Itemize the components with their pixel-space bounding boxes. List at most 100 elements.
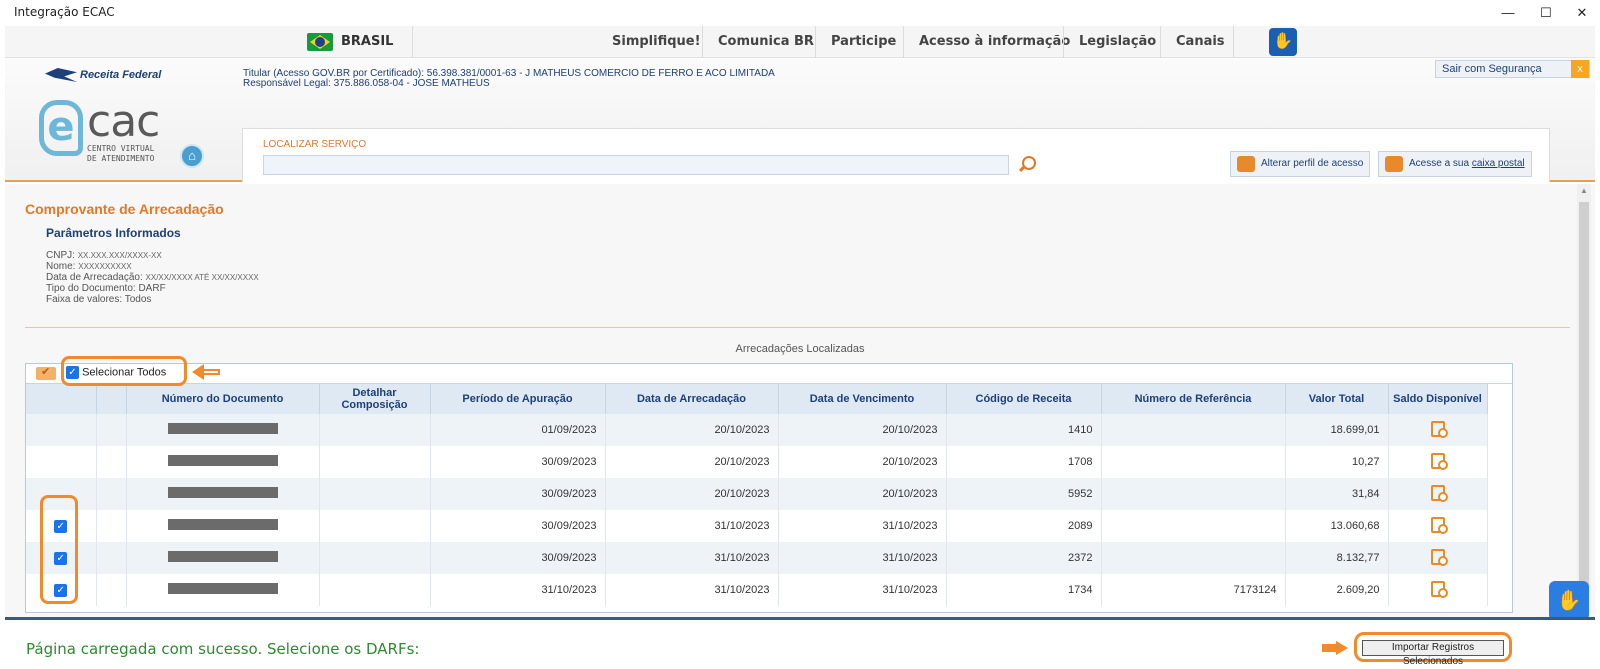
table-row[interactable]: 30/09/2023 20/10/2023 20/10/2023 5952 31,84: [26, 478, 1488, 510]
table-row[interactable]: ✓ 30/09/2023 31/10/2023 31/10/2023 2372 8.132…: [26, 542, 1488, 574]
import-selected-button[interactable]: Importar Registros Selecionados: [1362, 640, 1504, 667]
divider: [903, 26, 904, 58]
cell-numero-documento: [126, 478, 320, 510]
gov-link-participe[interactable]: Participe: [831, 26, 896, 58]
search-input[interactable]: [263, 155, 1009, 175]
brasil-link[interactable]: BRASIL: [307, 26, 393, 58]
cell-saldo: [1388, 510, 1488, 542]
cell-data-arrecadacao: 31/10/2023: [605, 574, 779, 606]
cnpj-label: CNPJ:: [46, 250, 75, 261]
cell-data-vencimento: 31/10/2023: [778, 542, 947, 574]
cell-blank: [96, 510, 127, 542]
libras-accessibility-icon[interactable]: ✋: [1269, 28, 1297, 56]
cnpj-value: XX.XXX.XXX/XXXX-XX: [77, 251, 162, 260]
cell-blank: [96, 446, 127, 478]
cell-data-vencimento: 20/10/2023: [778, 478, 947, 510]
titular-info: Titular (Acesso GOV.BR por Certificado):…: [243, 69, 775, 89]
header-data-arrecadacao[interactable]: Data de Arrecadação: [605, 384, 779, 414]
sair-com-seguranca-button[interactable]: Sair com Segurança x: [1435, 60, 1590, 78]
cell-data-arrecadacao: 31/10/2023: [605, 510, 779, 542]
gov-bar: BRASIL Simplifique! Comunica BR Particip…: [5, 26, 1595, 58]
cell-detalhar: [319, 542, 431, 574]
cell-numero-referencia: [1101, 446, 1286, 478]
table-row[interactable]: ✓ 31/10/2023 31/10/2023 31/10/2023 1734 71731…: [26, 574, 1488, 606]
search-label: LOCALIZAR SERVIÇO: [263, 139, 367, 150]
gov-link-simplifique[interactable]: Simplifique!: [612, 26, 701, 58]
gov-link-canais[interactable]: Canais: [1176, 26, 1225, 58]
page-scrollbar[interactable]: ▲: [1577, 184, 1591, 614]
header-numero-documento[interactable]: Número do Documento: [126, 384, 320, 414]
scroll-up-icon[interactable]: ▲: [1580, 186, 1588, 195]
redacted-document-number: [167, 423, 278, 434]
header-codigo-receita[interactable]: Código de Receita: [946, 384, 1102, 414]
cell-saldo: [1388, 478, 1488, 510]
param-tipo: Tipo do Documento: DARF: [46, 283, 166, 294]
cell-detalhar: [319, 446, 431, 478]
gov-link-comunica[interactable]: Comunica BR: [718, 26, 814, 58]
cell-blank: [96, 542, 127, 574]
home-icon[interactable]: ⌂: [180, 144, 204, 168]
cell-periodo: 30/09/2023: [430, 446, 606, 478]
table-row[interactable]: ✓ 30/09/2023 31/10/2023 31/10/2023 2089 13.06…: [26, 510, 1488, 542]
saldo-search-icon[interactable]: [1430, 580, 1448, 598]
header-periodo[interactable]: Período de Apuração: [430, 384, 606, 414]
saldo-search-icon[interactable]: [1430, 484, 1448, 502]
cell-data-arrecadacao: 20/10/2023: [605, 446, 779, 478]
ecac-header: Receita Federal e cac CENTRO VIRTUAL DE …: [5, 58, 1595, 182]
saldo-search-icon[interactable]: [1430, 516, 1448, 534]
window-titlebar: Integração ECAC — ☐ ✕: [0, 0, 1600, 26]
mail-icon: [1385, 156, 1403, 172]
libras-widget-icon[interactable]: ✋: [1549, 581, 1589, 618]
bottom-divider: [5, 617, 1595, 620]
arrecadacoes-table-panel: ✓ Selecionar Todos Número do Documento D…: [25, 363, 1513, 613]
cell-data-vencimento: 20/10/2023: [778, 414, 947, 446]
divider: [1063, 26, 1064, 58]
sair-label: Sair com Segurança: [1442, 63, 1542, 75]
saldo-search-icon[interactable]: [1430, 548, 1448, 566]
ecac-logo-cac: cac: [87, 96, 160, 147]
param-data: Data de Arrecadação: XX/XX/XXXX ATÉ XX/X…: [46, 272, 259, 283]
scrollbar-thumb[interactable]: [1579, 202, 1589, 612]
ecac-sub-line1: CENTRO VIRTUAL: [87, 144, 155, 153]
cell-codigo-receita: 1734: [946, 574, 1102, 606]
cell-periodo: 30/09/2023: [430, 542, 606, 574]
cell-valor-total: 31,84: [1285, 478, 1389, 510]
header-numero-referencia[interactable]: Número de Referência: [1101, 384, 1286, 414]
header-detalhar[interactable]: Detalhar Composição: [319, 384, 431, 414]
table-row[interactable]: 01/09/2023 20/10/2023 20/10/2023 1410 18.699…: [26, 414, 1488, 446]
table-row[interactable]: 30/09/2023 20/10/2023 20/10/2023 1708 10,27: [26, 446, 1488, 478]
check-all-icon[interactable]: [36, 365, 56, 380]
close-button[interactable]: ✕: [1560, 2, 1600, 24]
search-icon[interactable]: [1019, 156, 1036, 172]
ecac-logo-subtitle: CENTRO VIRTUAL DE ATENDIMENTO: [87, 144, 154, 164]
header-saldo[interactable]: Saldo Disponível: [1388, 384, 1488, 414]
caixa-postal-button[interactable]: Acesse a sua caixa postal: [1378, 151, 1532, 177]
section-divider: [25, 327, 1570, 328]
table-title: Arrecadações Localizadas: [735, 343, 865, 355]
brasil-label: BRASIL: [341, 34, 394, 49]
gov-link-legislacao[interactable]: Legislação: [1079, 26, 1156, 58]
ecac-logo: e cac CENTRO VIRTUAL DE ATENDIMENTO: [39, 96, 169, 170]
cell-codigo-receita: 5952: [946, 478, 1102, 510]
divider: [702, 26, 703, 58]
gov-link-acesso-informacao[interactable]: Acesso à informação: [919, 26, 1070, 58]
receita-logo-text: Receita Federal: [80, 68, 162, 81]
param-faixa: Faixa de valores: Todos: [46, 294, 152, 305]
ecac-logo-e: e: [39, 100, 83, 156]
header-valor-total[interactable]: Valor Total: [1285, 384, 1389, 414]
redacted-document-number: [167, 519, 278, 530]
caixa-postal-link[interactable]: caixa postal: [1472, 158, 1525, 169]
receita-federal-logo[interactable]: Receita Federal: [45, 68, 161, 82]
cell-select: [26, 414, 97, 446]
cell-select: [26, 446, 97, 478]
caixa-prefix: Acesse a sua: [1409, 158, 1472, 169]
cell-saldo: [1388, 446, 1488, 478]
saldo-search-icon[interactable]: [1430, 420, 1448, 438]
cell-codigo-receita: 2089: [946, 510, 1102, 542]
header-data-vencimento[interactable]: Data de Vencimento: [778, 384, 947, 414]
saldo-search-icon[interactable]: [1430, 452, 1448, 470]
divider: [412, 26, 413, 58]
ecac-sub-line2: DE ATENDIMENTO: [87, 154, 155, 163]
alterar-perfil-button[interactable]: Alterar perfil de acesso: [1230, 151, 1371, 177]
checked-rows-annotation: [40, 495, 78, 604]
